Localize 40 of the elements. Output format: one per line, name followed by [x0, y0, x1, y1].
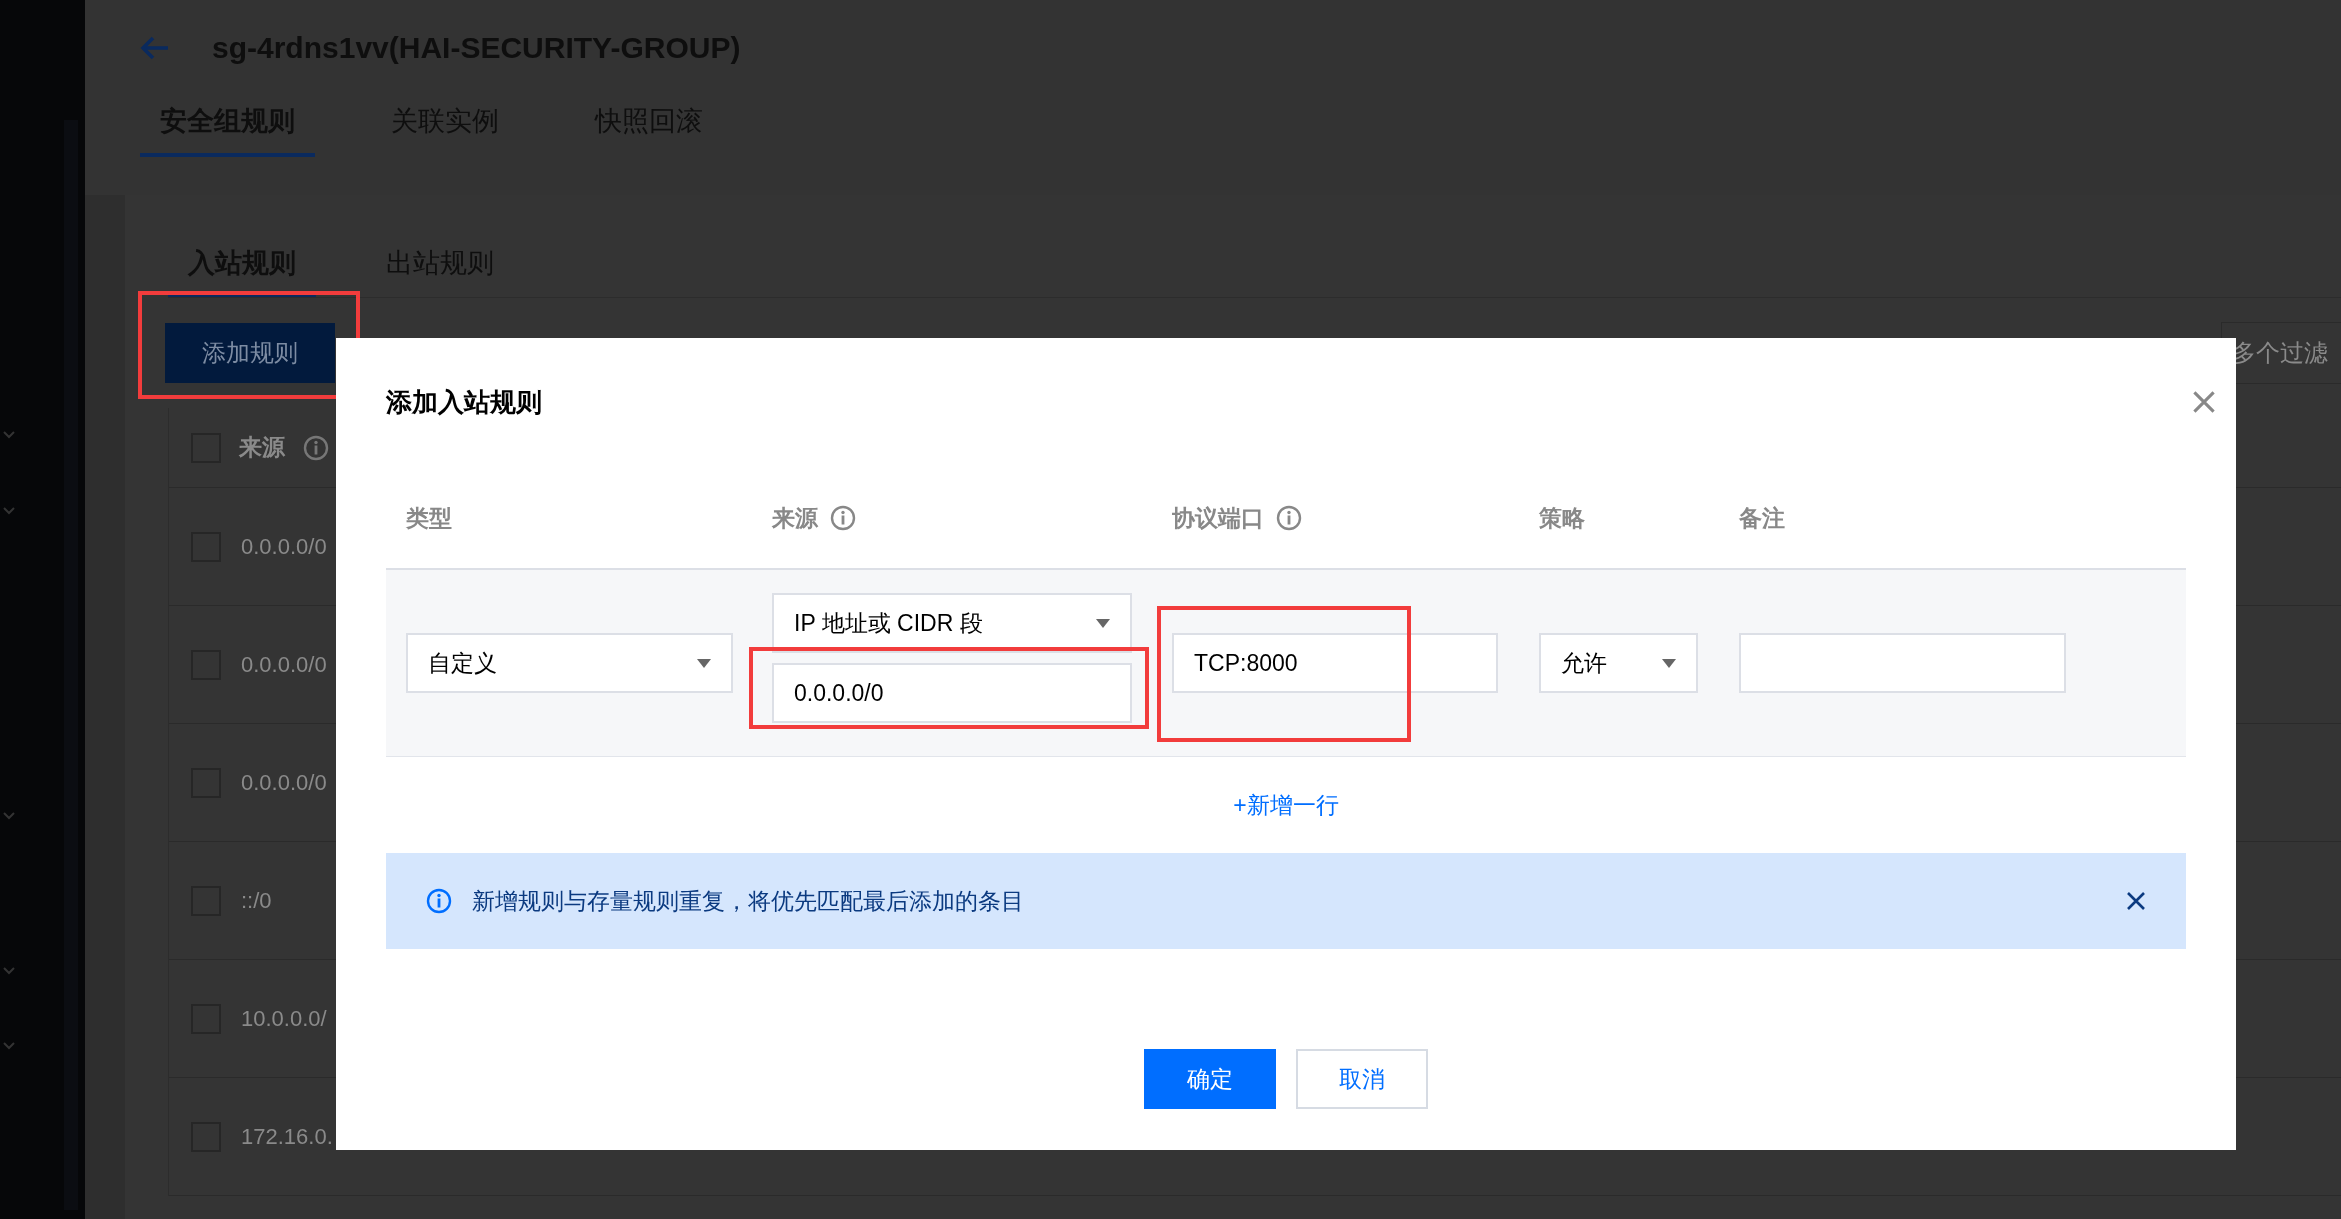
table-cell: 0.0.0.0/0	[241, 651, 327, 678]
info-icon	[830, 505, 856, 531]
table-cell: 0.0.0.0/0	[241, 533, 327, 560]
column-header: 来源	[772, 503, 818, 533]
note-input[interactable]	[1739, 633, 2066, 693]
cancel-button[interactable]: 取消	[1296, 1049, 1428, 1109]
column-header: 备注	[1739, 503, 1785, 533]
chevron-down-icon[interactable]	[2, 966, 16, 976]
dialog-title: 添加入站规则	[386, 385, 542, 419]
chevron-down-icon[interactable]	[2, 811, 16, 821]
close-icon	[2126, 891, 2146, 911]
chevron-down-icon[interactable]	[2, 1041, 16, 1051]
info-icon	[1276, 505, 1302, 531]
caret-icon	[1096, 618, 1110, 628]
source-input[interactable]: 0.0.0.0/0	[772, 663, 1132, 723]
alert-text: 新增规则与存量规则重复，将优先匹配最后添加的条目	[472, 886, 1025, 916]
column-header: 协议端口	[1172, 503, 1264, 533]
info-icon	[303, 434, 329, 461]
caret-icon	[1662, 658, 1676, 668]
column-header: 策略	[1539, 503, 1585, 533]
info-icon	[426, 888, 452, 914]
chevron-down-icon[interactable]	[2, 506, 16, 516]
column-header: 来源	[239, 433, 285, 462]
add-row-link[interactable]: +新增一行	[1233, 789, 1339, 821]
source-type-select[interactable]: IP 地址或 CIDR 段	[772, 593, 1132, 653]
column-header: 类型	[406, 503, 452, 533]
caret-icon	[697, 658, 711, 668]
close-button[interactable]	[2126, 891, 2146, 911]
table-cell: ::/0	[241, 887, 272, 914]
add-rule-button[interactable]: 添加规则	[165, 323, 335, 383]
close-icon	[2192, 390, 2216, 414]
table-cell: 0.0.0.0/0	[241, 769, 327, 796]
chevron-down-icon[interactable]	[2, 430, 16, 440]
confirm-button[interactable]: 确定	[1144, 1049, 1276, 1109]
port-input[interactable]: TCP:8000	[1172, 633, 1498, 693]
policy-select[interactable]: 允许	[1539, 633, 1698, 693]
table-cell: 172.16.0.	[241, 1123, 333, 1150]
back-arrow-icon[interactable]	[140, 34, 170, 61]
table-cell: 10.0.0.0/	[241, 1005, 327, 1032]
type-select[interactable]: 自定义	[406, 633, 733, 693]
